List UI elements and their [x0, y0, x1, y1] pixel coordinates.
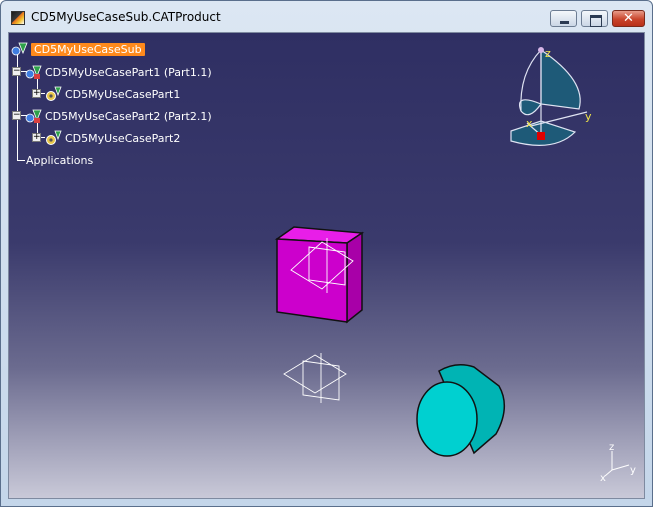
compass-y-label: y — [585, 110, 592, 123]
triad-y-label: y — [630, 465, 636, 476]
title-bar[interactable]: CD5MyUseCaseSub.CATProduct ✕ — [1, 1, 652, 32]
compass-x-label: x — [526, 117, 533, 130]
triad-z-label: z — [609, 442, 614, 453]
close-icon: ✕ — [623, 11, 634, 26]
catproduct-window: CD5MyUseCaseSub.CATProduct ✕ CD5MyUseCas… — [0, 0, 653, 507]
close-button[interactable]: ✕ — [612, 10, 645, 27]
3d-scene: z y x z y x — [274, 47, 636, 484]
part2-cylinder-geometry[interactable] — [416, 364, 505, 457]
part1-box-geometry[interactable] — [274, 226, 365, 324]
maximize-button[interactable] — [581, 10, 608, 27]
maximize-icon — [582, 11, 607, 27]
minimize-icon — [551, 11, 576, 26]
triad-x-label: x — [600, 473, 606, 484]
minimize-button[interactable] — [550, 10, 577, 27]
compass-widget[interactable]: z y x — [510, 47, 592, 146]
window-title: CD5MyUseCaseSub.CATProduct — [31, 10, 221, 24]
compass-z-label: z — [545, 47, 551, 60]
axis-triad: z y x — [600, 442, 636, 484]
axis-system-planes[interactable] — [283, 353, 347, 403]
catia-app-icon — [11, 11, 25, 25]
3d-viewport[interactable]: CD5MyUseCaseSub − CD5MyUseCasePart1 (Par… — [8, 32, 645, 499]
